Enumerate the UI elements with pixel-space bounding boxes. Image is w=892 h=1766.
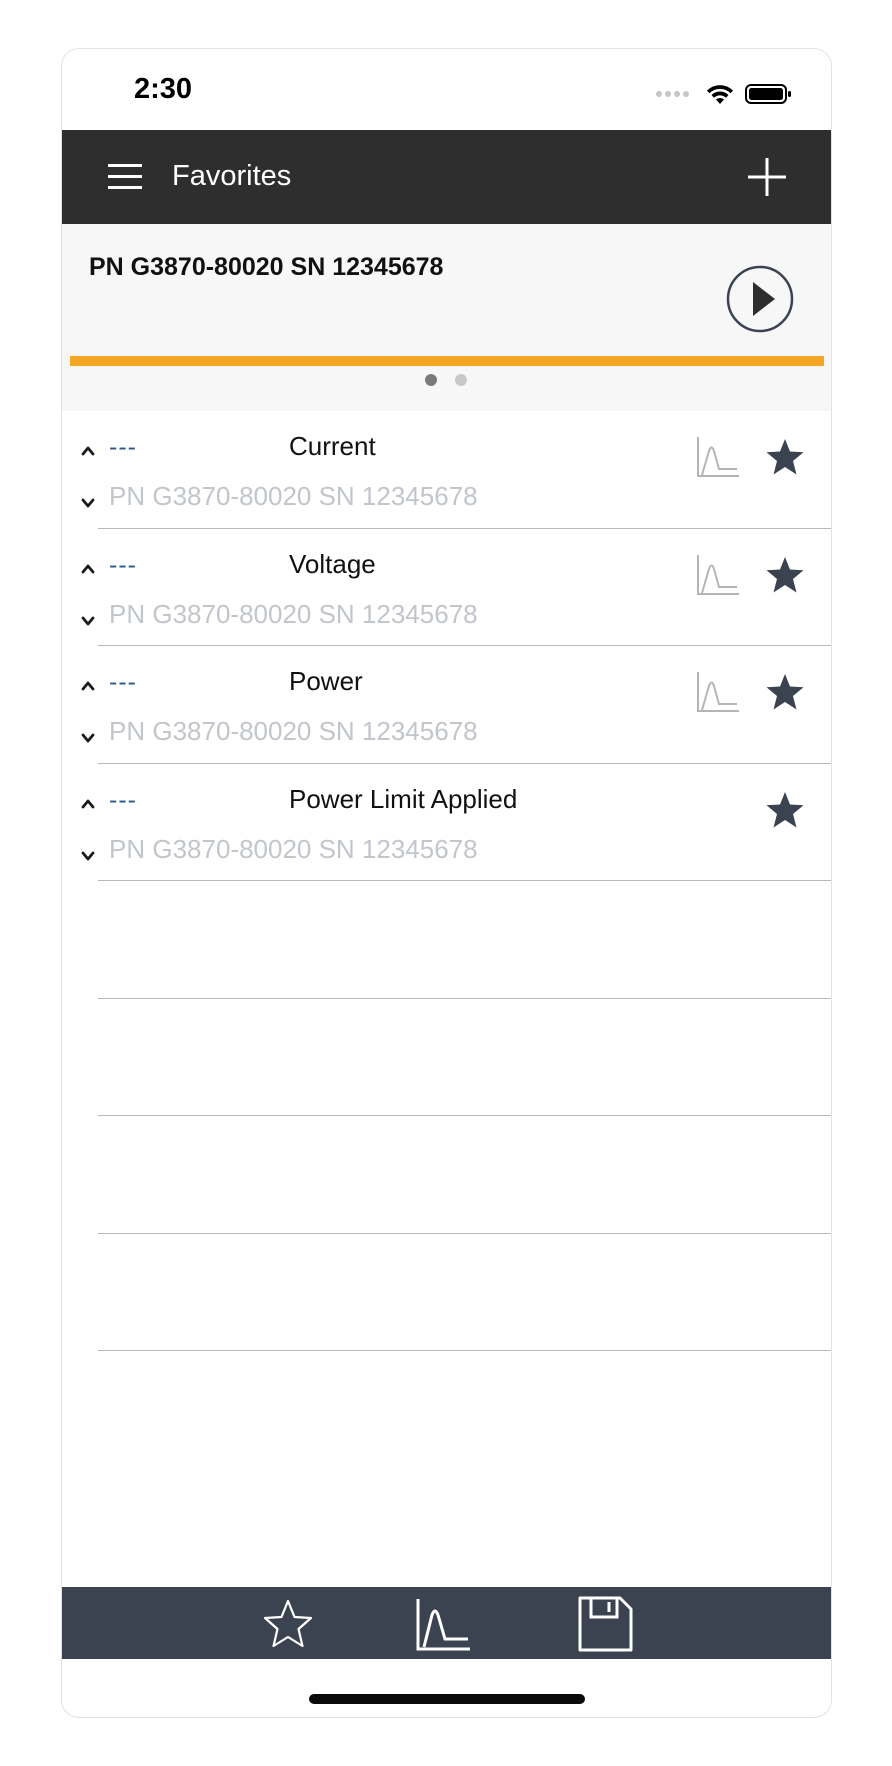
empty-list-row — [62, 999, 831, 1116]
empty-list-row — [62, 1234, 831, 1351]
list-item[interactable]: --- Current PN G3870-80020 SN 12345678 — [62, 411, 831, 529]
chart-icon[interactable] — [414, 1595, 474, 1653]
device-label: PN G3870-80020 SN 12345678 — [109, 716, 478, 746]
device-title: PN G3870-80020 SN 12345678 — [89, 253, 444, 281]
page-dot[interactable] — [455, 374, 467, 386]
measurement-value: --- — [109, 550, 137, 579]
save-icon[interactable] — [575, 1595, 635, 1653]
menu-icon[interactable] — [108, 164, 142, 190]
chevron-down-icon[interactable] — [78, 730, 98, 746]
measurement-value: --- — [109, 668, 137, 696]
cellular-signal-icon — [656, 91, 689, 97]
measurement-name: Voltage — [289, 548, 376, 579]
status-time: 2:30 — [134, 73, 193, 105]
device-label: PN G3870-80020 SN 12345678 — [109, 481, 478, 511]
nav-bar: Favorites — [62, 130, 831, 224]
phone-screen: 2:30 Favorites PN G3870-80020 SN 1234567… — [61, 48, 832, 1718]
page-dot[interactable] — [425, 374, 437, 386]
wifi-icon — [707, 85, 733, 104]
star-icon[interactable] — [765, 790, 805, 830]
device-label: PN G3870-80020 SN 12345678 — [109, 598, 478, 629]
chart-icon[interactable] — [695, 670, 741, 714]
chevron-up-icon[interactable] — [78, 561, 98, 577]
chevron-up-icon[interactable] — [78, 678, 98, 694]
page-indicator[interactable] — [62, 368, 831, 388]
tab-bar — [62, 1587, 831, 1659]
measurement-value: --- — [109, 433, 137, 461]
list-item[interactable]: --- Voltage PN G3870-80020 SN 12345678 — [62, 529, 831, 646]
chevron-up-icon[interactable] — [78, 443, 98, 459]
chart-icon[interactable] — [695, 553, 741, 597]
list-item[interactable]: --- Power Limit Applied PN G3870-80020 SN … — [62, 764, 831, 881]
measurement-name: Power Limit Applied — [289, 783, 518, 814]
star-icon[interactable] — [765, 672, 805, 712]
battery-icon — [745, 84, 791, 104]
status-icons — [656, 79, 793, 109]
chart-icon[interactable] — [695, 435, 741, 479]
chevron-down-icon[interactable] — [78, 848, 98, 864]
measurement-name: Current — [289, 431, 376, 461]
measurement-name: Power — [289, 666, 363, 696]
page-title: Favorites — [172, 160, 292, 192]
home-indicator[interactable] — [309, 1694, 585, 1704]
star-icon[interactable] — [765, 437, 805, 477]
progress-bar — [70, 356, 824, 366]
star-icon[interactable] — [765, 555, 805, 595]
empty-list-row — [62, 881, 831, 999]
list-item[interactable]: --- Power PN G3870-80020 SN 12345678 — [62, 646, 831, 764]
play-icon[interactable] — [726, 265, 794, 333]
device-header: PN G3870-80020 SN 12345678 — [62, 224, 831, 411]
measurement-value: --- — [109, 785, 137, 814]
row-divider — [98, 1350, 831, 1351]
chevron-down-icon[interactable] — [78, 613, 98, 629]
empty-list-row — [62, 1116, 831, 1234]
star-outline-icon[interactable] — [258, 1595, 318, 1653]
device-label: PN G3870-80020 SN 12345678 — [109, 833, 478, 864]
status-bar: 2:30 — [62, 49, 831, 130]
chevron-up-icon[interactable] — [78, 796, 98, 812]
add-icon[interactable] — [745, 155, 789, 199]
chevron-down-icon[interactable] — [78, 495, 98, 511]
